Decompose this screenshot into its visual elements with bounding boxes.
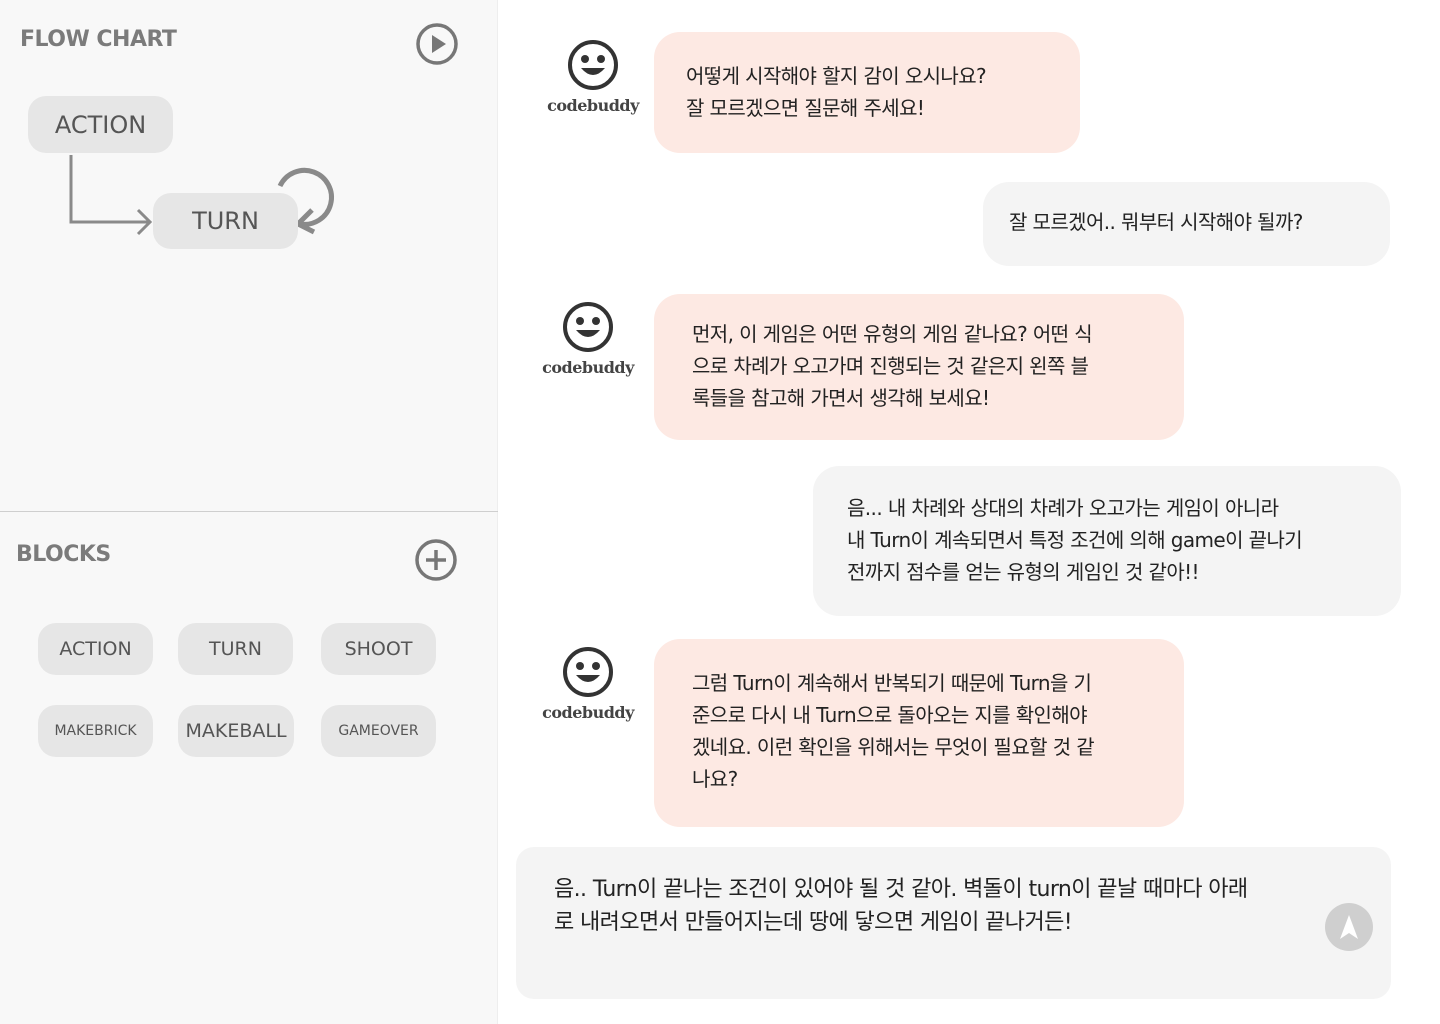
panel-divider (0, 511, 498, 512)
bot-name: codebuddy (542, 703, 634, 722)
message-input-text[interactable]: 음.. Turn이 끝나는 조건이 있어야 될 것 같아. 벽돌이 turn이 … (554, 873, 1314, 939)
message-input[interactable]: 음.. Turn이 끝나는 조건이 있어야 될 것 같아. 벽돌이 turn이 … (516, 847, 1391, 999)
send-button[interactable] (1325, 903, 1373, 951)
bot-avatar: codebuddy (542, 645, 634, 722)
block-action[interactable]: ACTION (38, 623, 153, 675)
flow-node-action[interactable]: ACTION (28, 96, 173, 153)
bot-message: 어떻게 시작해야 할지 감이 오시나요? 잘 모르겠으면 질문해 주세요! (654, 32, 1080, 153)
block-makebrick[interactable]: MAKEBRICK (38, 705, 153, 757)
user-message: 잘 모르겠어.. 뭐부터 시작해야 될까? (983, 182, 1390, 266)
play-circle-icon[interactable] (415, 22, 459, 66)
bot-message: 그럼 Turn이 계속해서 반복되기 때문에 Turn을 기 준으로 다시 내 … (654, 639, 1184, 827)
flowchart-title: FLOW CHART (20, 27, 177, 52)
bot-name: codebuddy (547, 96, 639, 115)
smiley-face-icon (568, 40, 618, 90)
block-makeball[interactable]: MAKEBALL (178, 705, 294, 757)
user-message: 음... 내 차례와 상대의 차례가 오고가는 게임이 아니라 내 Turn이 … (813, 466, 1401, 616)
block-gameover[interactable]: GAMEOVER (321, 705, 436, 757)
connector-arrow-icon (69, 155, 153, 236)
smiley-face-icon (563, 302, 613, 352)
smiley-face-icon (563, 647, 613, 697)
bot-avatar: codebuddy (547, 38, 639, 115)
block-shoot[interactable]: SHOOT (321, 623, 436, 675)
bot-message: 먼저, 이 게임은 어떤 유형의 게임 같나요? 어떤 식 으로 차례가 오고가… (654, 294, 1184, 440)
blocks-title: BLOCKS (16, 542, 111, 567)
send-arrow-icon (1340, 915, 1358, 939)
left-panel: FLOW CHART ACTION TURN BLOCKS ACTION TUR… (0, 0, 498, 1024)
bot-avatar: codebuddy (542, 300, 634, 377)
chat-panel: codebuddy 어떻게 시작해야 할지 감이 오시나요? 잘 모르겠으면 질… (498, 0, 1440, 1024)
block-turn[interactable]: TURN (178, 623, 293, 675)
bot-name: codebuddy (542, 358, 634, 377)
flow-node-turn[interactable]: TURN (153, 193, 298, 249)
plus-circle-icon[interactable] (414, 538, 458, 582)
